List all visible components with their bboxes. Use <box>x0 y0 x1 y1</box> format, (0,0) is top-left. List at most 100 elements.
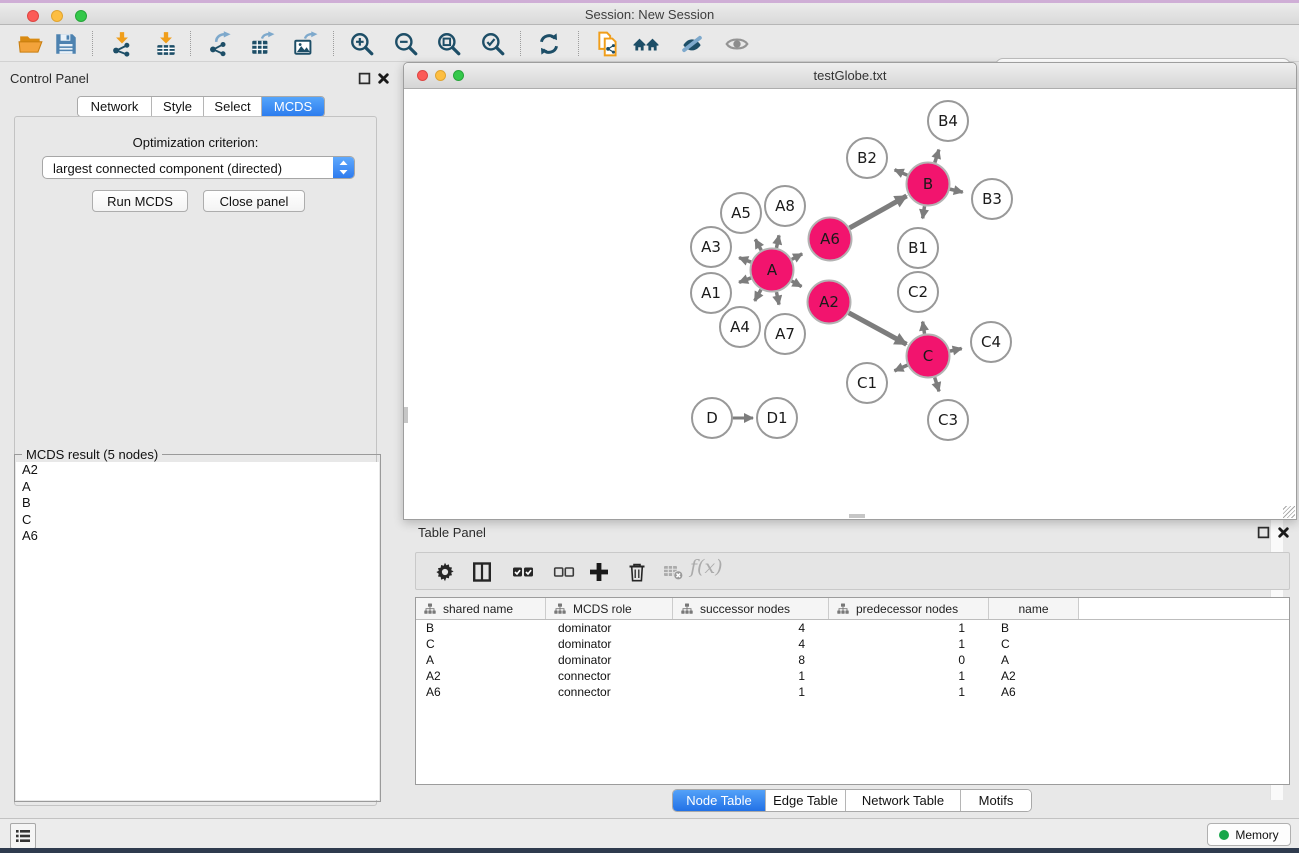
graph-node-A2[interactable]: A2 <box>808 281 851 324</box>
graph-edge-B-B4[interactable] <box>935 150 939 163</box>
graph-edge-C-C3[interactable] <box>935 377 939 391</box>
tab-network[interactable]: Network <box>78 97 152 116</box>
import-table-icon[interactable] <box>152 30 180 58</box>
horizontal-scroll-thumb[interactable] <box>849 514 865 518</box>
column-header-name[interactable]: name <box>989 598 1079 619</box>
vertical-scroll-thumb[interactable] <box>404 407 408 423</box>
table-row-A2[interactable]: A2connector11A2 <box>416 668 1289 684</box>
resize-grip[interactable] <box>1283 506 1295 518</box>
result-item-A[interactable]: A <box>16 479 379 496</box>
tab-edge-table[interactable]: Edge Table <box>766 790 846 811</box>
graph-node-C3[interactable]: C3 <box>928 400 968 440</box>
graph-node-B3[interactable]: B3 <box>972 179 1012 219</box>
delete-table-icon[interactable] <box>662 561 684 583</box>
tab-mcds[interactable]: MCDS <box>262 97 324 116</box>
graph-edge-A6-B[interactable] <box>850 196 907 228</box>
status-bar: Memory <box>0 818 1299 848</box>
close-panel-button[interactable]: Close panel <box>203 190 305 212</box>
table-settings-icon[interactable] <box>434 561 456 583</box>
graph-node-D1[interactable]: D1 <box>757 398 797 438</box>
graph-edge-A2-C[interactable] <box>849 313 907 344</box>
graph-edge-C-C2[interactable] <box>923 322 925 334</box>
graph-node-A[interactable]: A <box>751 249 794 292</box>
graph-edge-A-A8[interactable] <box>776 235 779 248</box>
graph-edge-B-B2[interactable] <box>895 170 908 175</box>
zoom-fit-icon[interactable] <box>435 30 463 58</box>
result-item-B[interactable]: B <box>16 495 379 512</box>
deselect-all-icon[interactable] <box>553 561 575 583</box>
graph-edge-A-A6[interactable] <box>792 254 802 260</box>
table-row-C[interactable]: Cdominator41C <box>416 636 1289 652</box>
tab-select[interactable]: Select <box>204 97 262 116</box>
open-session-icon[interactable] <box>17 30 45 58</box>
graph-node-C1[interactable]: C1 <box>847 363 887 403</box>
column-header-MCDS-role[interactable]: MCDS role <box>546 598 673 619</box>
session-file-icon[interactable] <box>594 30 622 58</box>
close-panel-icon[interactable] <box>377 72 390 85</box>
show-hide-eye-icon[interactable] <box>723 30 751 58</box>
zoom-selected-icon[interactable] <box>479 30 507 58</box>
graph-edge-C-C1[interactable] <box>894 365 907 371</box>
graph-edge-C-C4[interactable] <box>950 349 962 352</box>
graph-edge-A-A7[interactable] <box>776 292 779 305</box>
home-networks-icon[interactable] <box>632 30 660 58</box>
graph-node-A3[interactable]: A3 <box>691 227 731 267</box>
zoom-out-icon[interactable] <box>392 30 420 58</box>
graph-edge-A-A4[interactable] <box>755 290 761 301</box>
graph-node-A8[interactable]: A8 <box>765 186 805 226</box>
export-network-icon[interactable] <box>206 30 234 58</box>
graph-node-A1[interactable]: A1 <box>691 273 731 313</box>
graph-node-B2[interactable]: B2 <box>847 138 887 178</box>
graph-edge-B-B3[interactable] <box>950 189 963 192</box>
column-header-shared-name[interactable]: shared name <box>416 598 546 619</box>
function-builder-icon[interactable]: f(x) <box>690 556 723 578</box>
result-item-A6[interactable]: A6 <box>16 528 379 545</box>
graph-edge-A-A5[interactable] <box>755 239 761 250</box>
graph-node-B1[interactable]: B1 <box>898 228 938 268</box>
tab-node-table[interactable]: Node Table <box>673 790 766 811</box>
graph-node-C[interactable]: C <box>907 335 950 378</box>
delete-column-icon[interactable] <box>626 561 648 583</box>
column-header-successor-nodes[interactable]: successor nodes <box>673 598 829 619</box>
graph-node-D[interactable]: D <box>692 398 732 438</box>
result-item-C[interactable]: C <box>16 512 379 529</box>
graph-node-C4[interactable]: C4 <box>971 322 1011 362</box>
show-columns-icon[interactable] <box>471 561 493 583</box>
tab-motifs[interactable]: Motifs <box>961 790 1031 811</box>
network-canvas[interactable]: B4 B2 B B3 B1 A5A8A6 A3 A A1 A2 C2 A4A7 C C4 C1 C3 D D1 <box>405 89 1296 519</box>
column-header-predecessor-nodes[interactable]: predecessor nodes <box>829 598 989 619</box>
graph-node-A6[interactable]: A6 <box>809 218 852 261</box>
graph-edge-B-B1[interactable] <box>923 206 925 218</box>
graph-edge-A-A2[interactable] <box>792 281 802 287</box>
graph-node-B4[interactable]: B4 <box>928 101 968 141</box>
close-table-panel-icon[interactable] <box>1277 526 1290 539</box>
graph-edge-A-A1[interactable] <box>739 278 751 282</box>
export-table-icon[interactable] <box>248 30 276 58</box>
select-all-icon[interactable] <box>512 561 534 583</box>
criterion-dropdown[interactable]: largest connected component (directed) <box>42 156 355 179</box>
graph-node-A4[interactable]: A4 <box>720 307 760 347</box>
tab-network-table[interactable]: Network Table <box>846 790 961 811</box>
table-row-A6[interactable]: A6connector11A6 <box>416 684 1289 700</box>
tab-style[interactable]: Style <box>152 97 204 116</box>
import-network-icon[interactable] <box>108 30 136 58</box>
result-item-A2[interactable]: A2 <box>16 462 379 479</box>
graph-node-C2[interactable]: C2 <box>898 272 938 312</box>
float-table-panel-icon[interactable] <box>1257 526 1270 539</box>
add-column-icon[interactable] <box>588 561 610 583</box>
task-history-button[interactable] <box>10 823 36 849</box>
graph-node-A7[interactable]: A7 <box>765 314 805 354</box>
memory-button[interactable]: Memory <box>1207 823 1291 846</box>
export-image-icon[interactable] <box>291 30 319 58</box>
float-panel-icon[interactable] <box>358 72 371 85</box>
apply-layout-icon[interactable] <box>535 30 563 58</box>
graph-edge-A-A3[interactable] <box>739 258 751 262</box>
table-row-A[interactable]: Adominator80A <box>416 652 1289 668</box>
zoom-in-icon[interactable] <box>348 30 376 58</box>
run-mcds-button[interactable]: Run MCDS <box>92 190 188 212</box>
graph-node-B[interactable]: B <box>907 163 950 206</box>
graphics-details-icon[interactable] <box>678 30 706 58</box>
save-session-icon[interactable] <box>52 30 80 58</box>
table-row-B[interactable]: Bdominator41B <box>416 620 1289 636</box>
graph-node-A5[interactable]: A5 <box>721 193 761 233</box>
